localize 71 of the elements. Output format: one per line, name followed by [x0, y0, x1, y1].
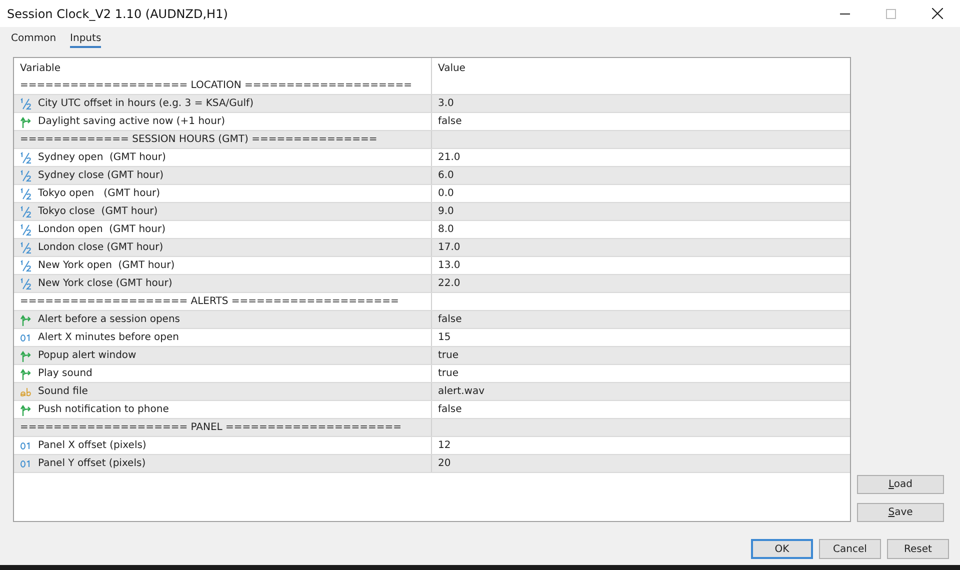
- value-text: true: [438, 367, 459, 381]
- value-text: 13.0: [438, 259, 460, 273]
- tab[interactable]: Inputs: [70, 32, 102, 48]
- column-header: Value: [437, 62, 466, 76]
- maximize-icon: [886, 8, 896, 18]
- section-header: ==================== LOCATION ====================: [20, 79, 412, 93]
- fraction-icon: [20, 224, 32, 236]
- branch-arrow-icon: [20, 116, 32, 128]
- value-text: 20: [438, 457, 451, 471]
- minimize-icon: [840, 12, 850, 14]
- fraction-icon: [20, 260, 32, 272]
- variable-name: Panel Y offset (pixels): [38, 457, 146, 471]
- value-text: 21.0: [438, 151, 460, 165]
- fraction-icon: [20, 188, 32, 200]
- fraction-icon: [20, 152, 32, 164]
- window-title: Session Clock_V2 1.10 (AUDNZD,H1): [7, 6, 229, 22]
- side-button[interactable]: Save: [857, 503, 944, 522]
- value-text: 0.0: [438, 187, 454, 201]
- value-text: 9.0: [438, 205, 454, 219]
- integer-icon: [20, 440, 32, 452]
- close-icon: [932, 8, 942, 19]
- value-text: alert.wav: [438, 385, 484, 399]
- value-text: true: [438, 349, 459, 363]
- value-text: 6.0: [438, 169, 454, 183]
- value-text: 3.0: [438, 97, 454, 111]
- variable-name: Alert X minutes before open: [38, 331, 179, 345]
- fraction-icon: [20, 206, 32, 218]
- column-header: Variable: [14, 58, 432, 77]
- fraction-icon: [20, 242, 32, 254]
- fraction-icon: [20, 278, 32, 290]
- dialog-button[interactable]: Reset: [887, 539, 949, 559]
- dialog-button[interactable]: OK: [751, 539, 813, 559]
- value-text: 17.0: [438, 241, 460, 255]
- variable-name: Alert before a session opens: [38, 313, 180, 327]
- value-text: false: [438, 403, 462, 417]
- variable-name: New York open (GMT hour): [38, 259, 175, 273]
- side-button[interactable]: Load: [857, 475, 944, 494]
- value-text: 12: [438, 439, 451, 453]
- branch-arrow-icon: [20, 368, 32, 380]
- branch-arrow-icon: [20, 314, 32, 326]
- dialog-button[interactable]: Cancel: [819, 539, 881, 559]
- variable-name: London open (GMT hour): [38, 223, 166, 237]
- value-text: 22.0: [438, 277, 460, 291]
- variable-name: Push notification to phone: [38, 403, 169, 417]
- variable-name: New York close (GMT hour): [38, 277, 172, 291]
- branch-arrow-icon: [20, 350, 32, 362]
- integer-icon: [20, 458, 32, 470]
- fraction-icon: [20, 170, 32, 182]
- variable-name: Sydney open (GMT hour): [38, 151, 166, 165]
- branch-arrow-icon: [20, 404, 32, 416]
- variable-name: Panel X offset (pixels): [38, 439, 146, 453]
- fraction-icon: [20, 98, 32, 110]
- variable-name: Tokyo close (GMT hour): [38, 205, 158, 219]
- value-text: 15: [438, 331, 451, 345]
- variable-name: Play sound: [38, 367, 92, 381]
- variable-name: Sound file: [38, 385, 88, 399]
- integer-icon: [20, 332, 32, 344]
- section-header: ==================== ALERTS ====================: [20, 295, 399, 309]
- variable-name: Daylight saving active now (+1 hour): [38, 115, 226, 129]
- section-header: ==================== PANEL =====================: [20, 421, 402, 435]
- variable-name: Popup alert window: [38, 349, 136, 363]
- variable-name: London close (GMT hour): [38, 241, 164, 255]
- tab[interactable]: Common: [11, 32, 56, 48]
- text-icon: [20, 386, 32, 398]
- value-text: false: [438, 313, 462, 327]
- variable-name: City UTC offset in hours (e.g. 3 = KSA/Gulf): [38, 97, 254, 111]
- value-text: 8.0: [438, 223, 454, 237]
- section-header: ============= SESSION HOURS (GMT) ===============: [20, 133, 378, 147]
- value-text: false: [438, 115, 462, 129]
- variable-name: Tokyo open (GMT hour): [38, 187, 160, 201]
- variable-name: Sydney close (GMT hour): [38, 169, 164, 183]
